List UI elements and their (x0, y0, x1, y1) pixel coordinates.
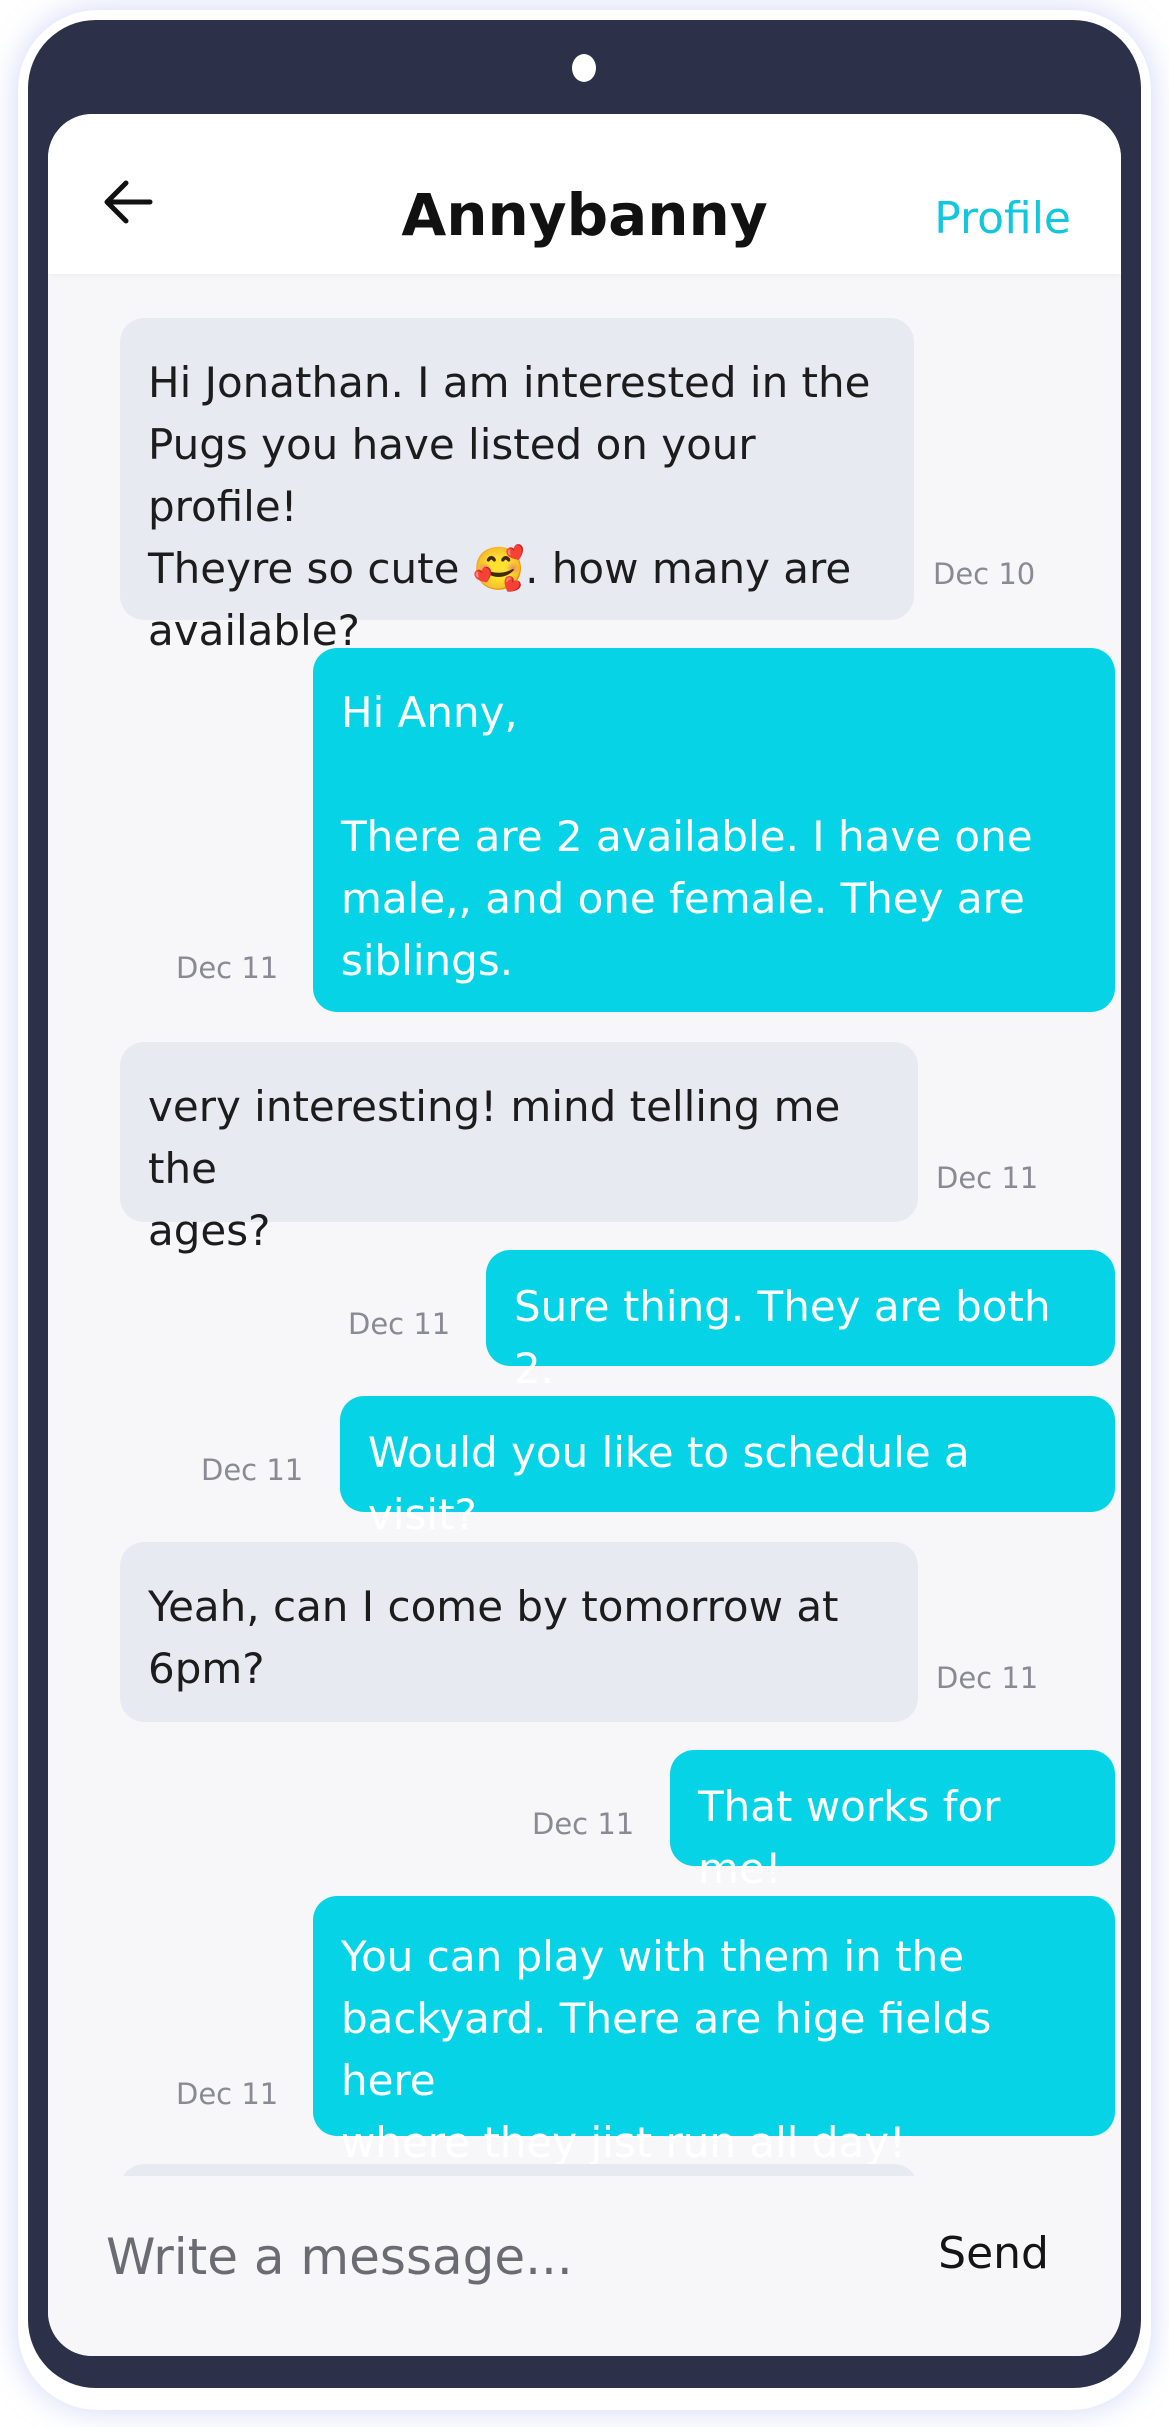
phone-frame: Hi Jonathan. I am interested in the Pugs… (28, 20, 1141, 2388)
message-bubble-incoming: Hi Jonathan. I am interested in the Pugs… (120, 318, 914, 655)
message-date: Dec 11 (348, 1307, 451, 1341)
message-list[interactable]: Hi Jonathan. I am interested in the Pugs… (48, 114, 1121, 2284)
profile-link[interactable]: Profile (934, 192, 1071, 246)
message-bubble-outgoing: Hi Anny, There are 2 available. I have o… (313, 648, 1115, 1012)
message-bubble-outgoing: That works for me! (670, 1750, 1115, 1893)
message-date: Dec 11 (532, 1807, 635, 1841)
message-bubble-outgoing: Sure thing. They are both 2. (486, 1250, 1115, 1393)
back-arrow-icon (104, 180, 153, 224)
message-bubble-incoming: Yeah, can I come by tomorrow at 6pm? (120, 1542, 918, 1722)
message-date: Dec 11 (936, 1161, 1039, 1195)
message-composer: Send (48, 2176, 1121, 2356)
send-button[interactable]: Send (938, 2226, 1049, 2282)
message-date: Dec 11 (176, 2077, 279, 2111)
message-input[interactable] (104, 2176, 928, 2338)
chat-screen: Hi Jonathan. I am interested in the Pugs… (48, 114, 1121, 2356)
message-date: Dec 11 (201, 1453, 304, 1487)
message-date: Dec 10 (933, 557, 1036, 591)
camera-icon (572, 54, 596, 82)
message-date: Dec 11 (936, 1661, 1039, 1695)
message-date: Dec 11 (176, 951, 279, 985)
chat-header: Annybanny Profile (48, 114, 1121, 274)
back-button[interactable] (98, 172, 158, 232)
message-bubble-outgoing: Would you like to schedule a visit? (340, 1396, 1115, 1539)
message-bubble-outgoing: You can play with them in the backyard. … (313, 1896, 1115, 2167)
message-bubble-incoming: very interesting! mind telling me the ag… (120, 1042, 918, 1255)
